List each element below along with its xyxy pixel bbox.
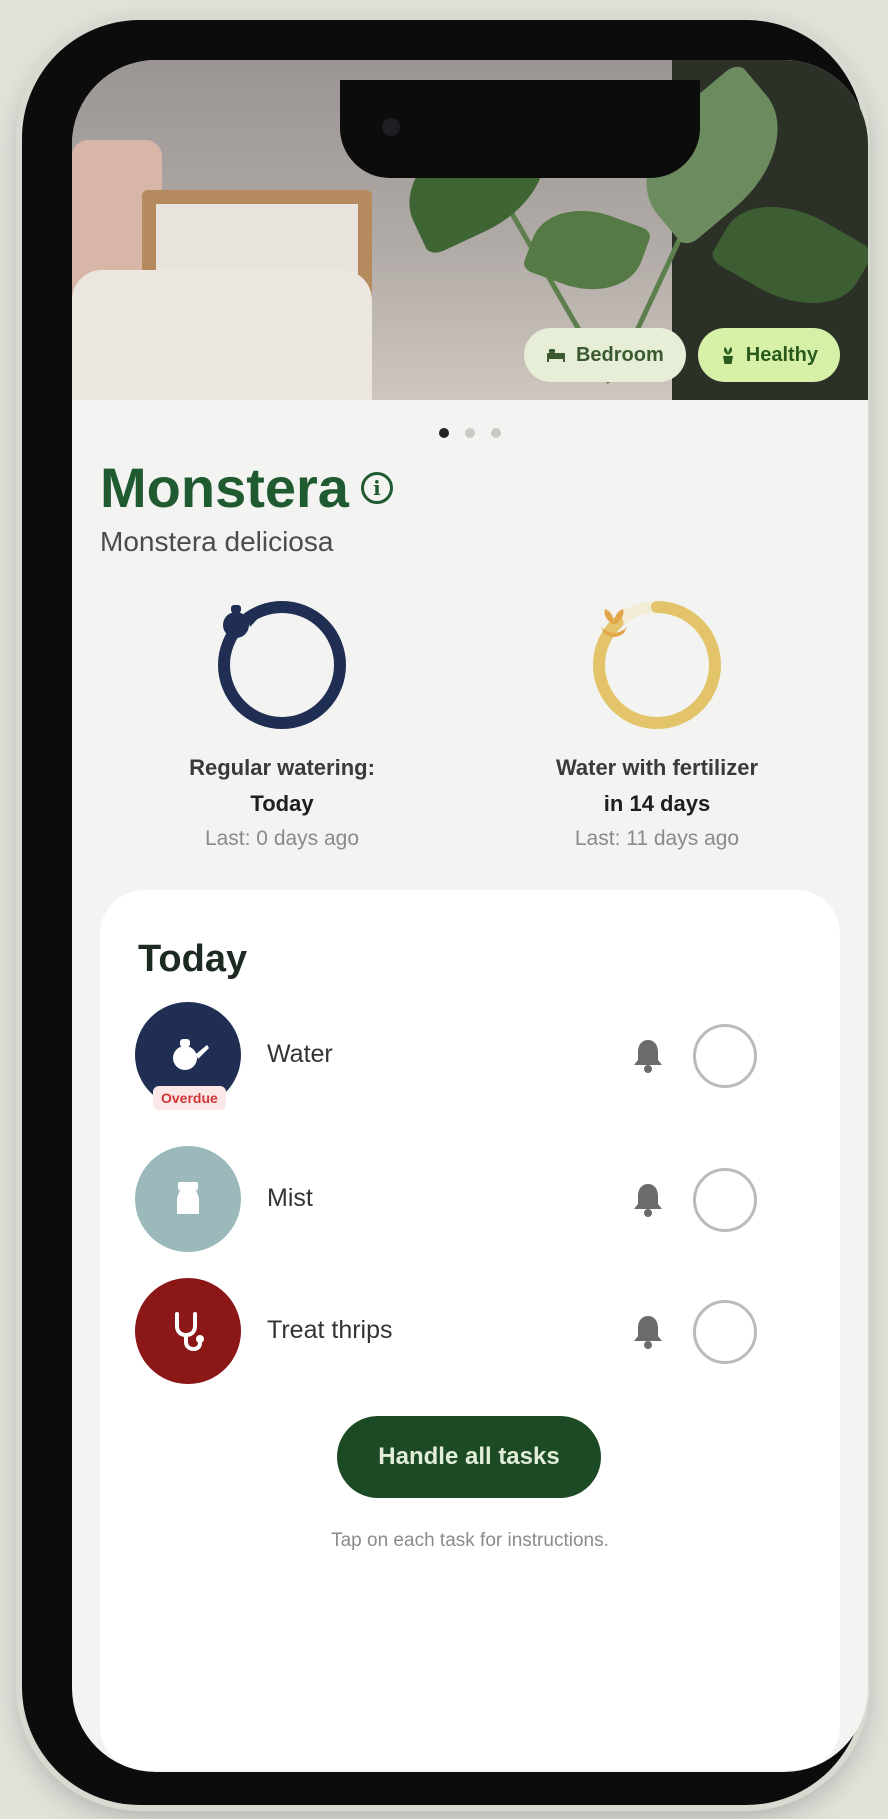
today-card: Today Overdue Water Mist Treat thrips Ha… [100,890,840,1770]
care-when: in 14 days [603,791,711,816]
health-chip[interactable]: Healthy [697,328,840,382]
task-complete-checkbox[interactable] [693,1168,757,1232]
bell-icon[interactable] [630,1180,666,1220]
carousel-dot[interactable] [491,428,501,438]
camera-icon [382,118,400,136]
info-icon[interactable]: i [360,471,393,504]
task-name: Water [267,1040,333,1068]
care-fertilizer[interactable]: Water with fertilizer in 14 days Last: 1… [477,595,837,851]
task-treat-thrips[interactable]: Treat thrips [135,1278,815,1388]
app-screen: Bedroom Healthy Monstera i Monstera deli… [72,60,868,1772]
care-last: Last: 11 days ago [574,827,740,850]
carousel-dot[interactable] [465,428,475,438]
fertilizer-progress-ring [587,595,727,735]
care-label: Water with fertilizer [555,755,759,780]
care-when: Today [250,791,314,816]
plant-pot-icon [722,347,733,364]
task-name: Mist [267,1184,313,1212]
phone-frame: Bedroom Healthy Monstera i Monstera deli… [22,20,868,1805]
care-label: Regular watering: [189,755,375,780]
carousel-dots[interactable] [72,428,868,438]
task-complete-checkbox[interactable] [693,1300,757,1364]
mist-bottle-icon [135,1146,241,1252]
photo-leaf [521,193,653,307]
health-chip-label: Healthy [745,343,818,366]
notch [340,80,700,178]
today-title: Today [138,938,248,980]
plant-title-row: Monstera i [100,455,393,520]
location-chip[interactable]: Bedroom [523,328,686,382]
care-last: Last: 0 days ago [204,827,360,850]
overdue-badge: Overdue [153,1086,226,1110]
bed-icon [546,349,565,362]
instructions-hint: Tap on each task for instructions. [331,1530,609,1551]
photo-bed [72,270,372,400]
bell-icon[interactable] [630,1312,666,1352]
task-water[interactable]: Overdue Water [135,1002,815,1112]
carousel-dot[interactable] [439,428,449,438]
sprout-icon [587,595,727,735]
watering-can-icon [212,595,352,735]
photo-chips: Bedroom Healthy [523,328,840,382]
care-regular-watering[interactable]: Regular watering: Today Last: 0 days ago [102,595,462,851]
task-name: Treat thrips [267,1316,393,1344]
handle-all-tasks-button[interactable]: Handle all tasks [337,1416,601,1498]
plant-name: Monstera [100,456,349,519]
task-mist[interactable]: Mist [135,1146,815,1256]
location-chip-label: Bedroom [575,343,664,366]
stethoscope-icon [135,1278,241,1384]
plant-latin-name: Monstera deliciosa [100,526,334,557]
bell-icon[interactable] [630,1036,666,1076]
watering-progress-ring [212,595,352,735]
task-complete-checkbox[interactable] [693,1024,757,1088]
